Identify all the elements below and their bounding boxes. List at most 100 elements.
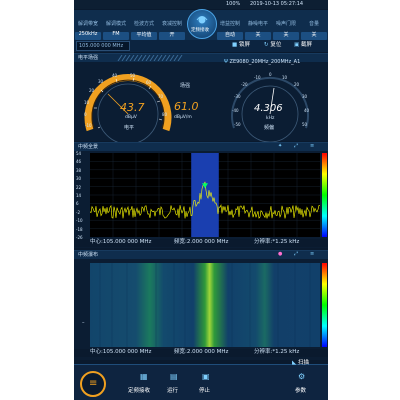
tab-detector[interactable]: 检波方式 <box>130 20 158 30</box>
spectrum-y-tick: 30 <box>76 176 82 182</box>
fixed-freq-mode-button[interactable]: 定频接收 <box>187 9 217 39</box>
tab-squelch[interactable]: 静噪电平 <box>244 20 272 30</box>
spectrum-settings-icon[interactable]: ✦ <box>278 144 282 149</box>
fixed-freq-label: 定频接收 <box>128 388 151 394</box>
battery-level: 100% <box>226 1 241 7</box>
tab-value: 开 <box>169 32 175 38</box>
tab-label: 衰减控制 <box>161 21 182 27</box>
tab-demod-bandwidth[interactable]: 解调带宽 <box>74 20 102 30</box>
level-value: 43.7 <box>120 101 145 114</box>
waterfall-palette-icon[interactable]: ● <box>278 252 282 257</box>
level-name: 电平 <box>124 125 135 131</box>
level-scale-tick: 50 <box>130 73 136 78</box>
tab-gain[interactable]: 增益控制 <box>216 20 244 30</box>
offset-scale-tick: -20 <box>241 82 248 87</box>
waterfall-expand-icon[interactable]: ⤢ <box>294 252 298 257</box>
spectrum-section-header: 中频全景 ✦ ⤢ ≡ <box>74 143 328 151</box>
screenshot-icon: ▣ <box>294 42 300 48</box>
spectrum-y-tick: -10 <box>76 218 83 224</box>
params-icon: ⚙ <box>298 372 306 381</box>
frequency-input[interactable]: 105.000 000 MHz <box>76 41 130 51</box>
tab-noise-gate[interactable]: 噪声门限 <box>272 20 300 30</box>
tab-value: 自动 <box>224 32 235 38</box>
lock-label: 锁屏 <box>238 42 250 48</box>
scan-toggle[interactable]: ◣ 扫描 <box>292 360 309 367</box>
reset-button[interactable]: ↻ 复位 <box>264 42 282 49</box>
main-menu-button[interactable]: ≡ <box>80 371 106 397</box>
tab-label: 音量 <box>308 21 319 27</box>
spectrum-y-tick: -2 <box>76 209 80 215</box>
stop-label: 停止 <box>199 388 211 394</box>
waterfall-noise-svg <box>99 263 311 347</box>
frequency-value: 105.000 000 MHz <box>79 43 124 49</box>
stop-button[interactable]: ▣ 停止 <box>196 373 222 397</box>
level-scale-tick: -10 <box>85 123 92 128</box>
bottom-toolbar: ◣ 扫描 ≡ ▦ 定频接收 ▤ 运行 ▣ 停止 ⚙ 参数 <box>74 360 328 400</box>
level-scale-tick: 30 <box>98 79 104 84</box>
status-bar: 100% 2019-10-13 05:27:14 <box>74 0 328 9</box>
level-scale-tick: 20 <box>89 88 95 93</box>
params-button[interactable]: ⚙ 参数 <box>292 373 318 397</box>
waterfall-info-bar: 中心:105.000 000 MHz 频宽:2.000 000 MHz 分辨率:… <box>74 349 328 357</box>
spectrum-section-title: 中频全景 <box>78 144 99 150</box>
lock-icon: ■ <box>232 42 238 48</box>
waterfall-axis-marker: – <box>82 320 85 326</box>
spectrum-y-tick: 38 <box>76 167 82 173</box>
level-scale-tick: 40 <box>112 73 118 78</box>
waterfall-section-title: 中频瀑布 <box>78 252 99 258</box>
tab-value: 关 <box>283 32 289 38</box>
tab-value: 关 <box>311 32 317 38</box>
waterfall-section: 中频瀑布 ● ⤢ ≡ – 中心:105.000 000 MHz 频宽:2.000… <box>74 250 328 360</box>
spectrum-y-tick: 54 <box>76 151 82 156</box>
fixed-freq-icon: ▦ <box>140 372 148 381</box>
antenna-name: ZE9080_20MHz_200MHz_A1 <box>229 59 301 65</box>
tab-attenuation[interactable]: 衰减控制 <box>158 20 186 30</box>
run-label: 运行 <box>167 388 179 394</box>
waterfall-span: 频宽:2.000 000 MHz <box>174 349 229 355</box>
bottom-fixed-freq-button[interactable]: ▦ 定频接收 <box>128 373 166 397</box>
tab-value: 平均值 <box>136 32 152 38</box>
screenshot-label: 截屏 <box>300 42 312 48</box>
tab-volume[interactable]: 音量 <box>300 20 328 30</box>
spectrum-plot[interactable] <box>90 153 320 237</box>
offset-value: 4.306 <box>254 103 283 114</box>
run-icon: ▤ <box>170 372 178 381</box>
offset-scale-tick: 50 <box>302 122 308 127</box>
offset-scale-tick: -10 <box>254 75 261 80</box>
scan-icon: ◣ <box>292 360 297 366</box>
spectrum-y-tick: 46 <box>76 159 82 165</box>
offset-name: 频偏 <box>264 125 275 131</box>
spectrum-info-bar: 中心:105.000 000 MHz 频宽:2.000 000 MHz 分辨率:… <box>74 239 328 247</box>
run-button[interactable]: ▤ 运行 <box>164 373 190 397</box>
offset-scale-tick: 0 <box>269 72 272 77</box>
offset-scale-tick: -50 <box>234 122 241 127</box>
tab-label: 检波方式 <box>133 21 154 27</box>
waterfall-center-freq: 中心:105.000 000 MHz <box>90 349 152 355</box>
field-strength-value: 61.0 <box>174 100 199 113</box>
field-strength-name: 场强 <box>180 83 191 89</box>
level-scale-tick: 10 <box>84 100 90 105</box>
spectrum-y-tick: 22 <box>76 184 82 190</box>
field-strength-unit: dBμV/m <box>174 115 192 120</box>
tab-label: 解调模式 <box>105 21 126 27</box>
demod-bandwidth-band <box>191 153 219 237</box>
frequency-row: 105.000 000 MHz ■ 锁屏 ↻ 复位 ▣ 截屏 <box>74 40 328 52</box>
spectrum-expand-icon[interactable]: ⤢ <box>294 144 298 149</box>
antenna-label: Ψ ZE9080_20MHz_200MHz_A1 <box>224 60 300 65</box>
reset-label: 复位 <box>270 42 282 48</box>
params-label: 参数 <box>295 388 307 394</box>
scan-label: 扫描 <box>297 360 309 366</box>
reset-icon: ↻ <box>264 42 269 48</box>
waterfall-plot[interactable] <box>90 263 320 347</box>
tab-label: 解调带宽 <box>77 21 98 27</box>
waterfall-menu-icon[interactable]: ≡ <box>310 252 314 257</box>
tab-demod-mode[interactable]: 解调模式 <box>102 20 130 30</box>
offset-scale-tick: 40 <box>304 108 310 113</box>
tab-label: 噪声门限 <box>275 21 296 27</box>
screenshot-button[interactable]: ▣ 截屏 <box>294 42 312 49</box>
spectrum-y-tick: -26 <box>76 235 83 240</box>
waterfall-resolution: 分辨率:*1.25 kHz <box>254 349 300 355</box>
lock-button[interactable]: ■ 锁屏 <box>232 42 250 49</box>
offset-scale-tick: 20 <box>294 82 300 87</box>
spectrum-menu-icon[interactable]: ≡ <box>310 144 314 149</box>
